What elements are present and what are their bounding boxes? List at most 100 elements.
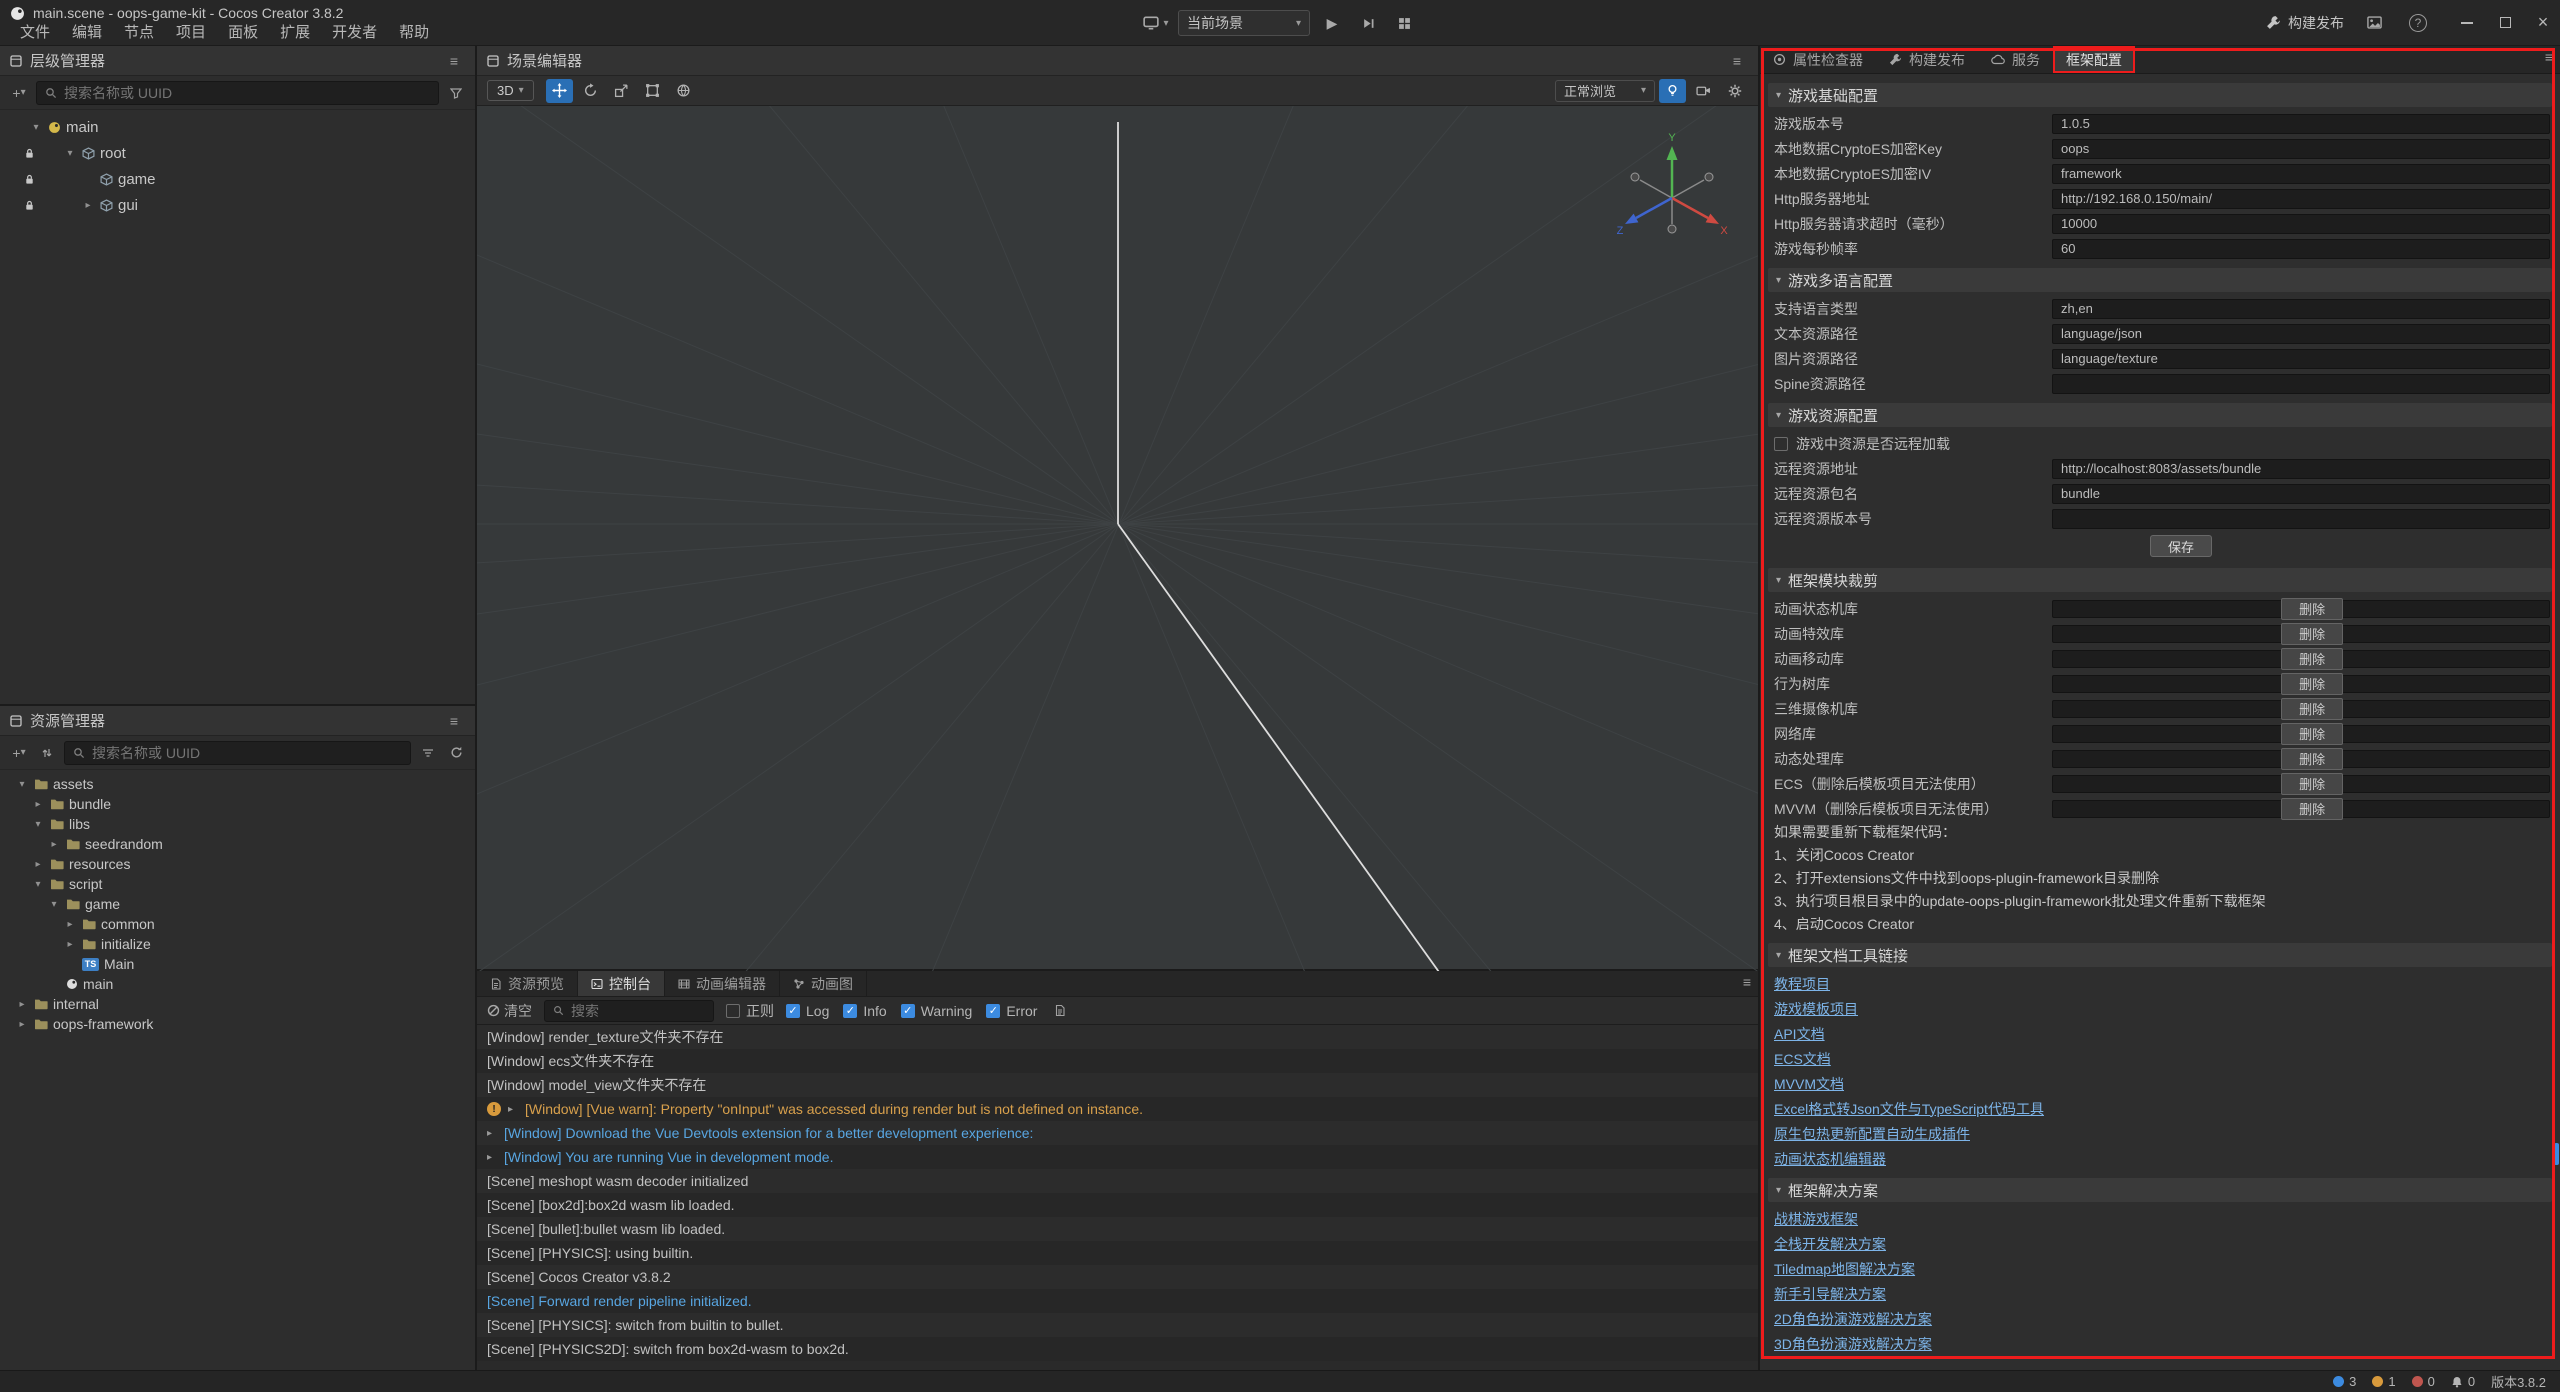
asset-node[interactable]: ▸resources — [0, 854, 475, 874]
scene-menu-button[interactable]: ≡ — [1726, 50, 1748, 72]
doc-link[interactable]: 3D角色扮演游戏解决方案 — [1774, 1334, 1932, 1354]
asset-node[interactable]: ▾libs — [0, 814, 475, 834]
expand-arrow-icon[interactable]: ▾ — [15, 779, 29, 790]
message-count[interactable]: 3 — [2333, 1374, 2356, 1389]
filter-checkbox[interactable] — [986, 1004, 1000, 1018]
delete-module-button[interactable]: 删除 — [2281, 748, 2343, 770]
axis-gizmo[interactable]: Y X Z — [1617, 132, 1729, 237]
layout-button[interactable] — [1390, 10, 1418, 36]
hierarchy-node[interactable]: ▸gui — [0, 192, 475, 218]
asset-node[interactable]: ▸bundle — [0, 794, 475, 814]
field-input[interactable] — [2052, 299, 2550, 319]
hierarchy-search[interactable] — [36, 81, 439, 105]
inspector-menu-button[interactable]: ≡ — [2538, 46, 2560, 68]
view-mode-selector[interactable]: 正常浏览 ▾ — [1555, 80, 1655, 102]
log-expand-arrow-icon[interactable]: ▸ — [508, 1104, 518, 1115]
hierarchy-search-input[interactable] — [64, 85, 430, 101]
field-input[interactable] — [2052, 114, 2550, 134]
maximize-button[interactable] — [2498, 16, 2512, 30]
console-export-button[interactable] — [1049, 1000, 1071, 1022]
log-expand-arrow-icon[interactable]: ▸ — [487, 1128, 497, 1139]
scene-settings-button[interactable] — [1721, 79, 1748, 103]
expand-arrow-icon[interactable]: ▸ — [15, 1019, 29, 1030]
remote-load-checkbox[interactable] — [1774, 437, 1788, 451]
preview-device-button[interactable]: ▾ — [1142, 10, 1170, 36]
section-header[interactable]: ▾游戏基础配置 — [1768, 83, 2552, 107]
console-log-row[interactable]: [Scene] meshopt wasm decoder initialized — [477, 1169, 1758, 1193]
doc-link[interactable]: 新手引导解决方案 — [1774, 1284, 1886, 1304]
field-input[interactable] — [2052, 509, 2550, 529]
hierarchy-node[interactable]: ▾root — [0, 140, 475, 166]
doc-link[interactable]: 教程项目 — [1774, 974, 1830, 994]
create-node-button[interactable]: +▾ — [8, 82, 30, 104]
expand-arrow-icon[interactable]: ▾ — [63, 148, 77, 159]
console-log-row[interactable]: !▸[Window] [Vue warn]: Property "onInput… — [477, 1097, 1758, 1121]
scene-viewport[interactable]: Y X Z — [477, 106, 1758, 969]
console-tab-3[interactable]: 动画图 — [780, 971, 867, 996]
rect-tool-button[interactable] — [639, 79, 666, 103]
expand-arrow-icon[interactable]: ▸ — [47, 839, 61, 850]
console-filter-log[interactable]: Log — [786, 1003, 829, 1019]
console-tab-0[interactable]: 资源预览 — [477, 971, 578, 996]
console-log-row[interactable]: ▸[Window] Download the Vue Devtools exte… — [477, 1121, 1758, 1145]
section-header[interactable]: ▾游戏资源配置 — [1768, 403, 2552, 427]
gizmo-space-button[interactable] — [670, 79, 697, 103]
field-input[interactable] — [2052, 239, 2550, 259]
doc-link[interactable]: ECS文档 — [1774, 1049, 1831, 1069]
console-log-row[interactable]: [Window] ecs文件夹不存在 — [477, 1049, 1758, 1073]
console-search-input[interactable] — [571, 1003, 705, 1019]
rotate-tool-button[interactable] — [577, 79, 604, 103]
asset-node[interactable]: TSMain — [0, 954, 475, 974]
delete-module-button[interactable]: 删除 — [2281, 673, 2343, 695]
expand-arrow-icon[interactable]: ▾ — [47, 899, 61, 910]
console-filter-warning[interactable]: Warning — [901, 1003, 973, 1019]
delete-module-button[interactable]: 删除 — [2281, 598, 2343, 620]
preview-image-button[interactable] — [2360, 10, 2388, 36]
error-count[interactable]: 0 — [2412, 1374, 2435, 1389]
assets-menu-button[interactable]: ≡ — [443, 710, 465, 732]
doc-link[interactable]: MVVM文档 — [1774, 1074, 1844, 1094]
menu-item-3[interactable]: 项目 — [166, 21, 216, 42]
hierarchy-menu-button[interactable]: ≡ — [443, 50, 465, 72]
asset-node[interactable]: ▸oops-framework — [0, 1014, 475, 1034]
assets-search[interactable] — [64, 741, 411, 765]
field-input[interactable] — [2052, 349, 2550, 369]
create-asset-button[interactable]: +▾ — [8, 742, 30, 764]
asset-node[interactable]: ▾assets — [0, 774, 475, 794]
menu-item-2[interactable]: 节点 — [114, 21, 164, 42]
delete-module-button[interactable]: 删除 — [2281, 798, 2343, 820]
expand-arrow-icon[interactable]: ▾ — [31, 819, 45, 830]
asset-node[interactable]: ▾game — [0, 894, 475, 914]
inspector-tab-0[interactable]: 属性检查器 — [1760, 46, 1876, 73]
hierarchy-node[interactable]: ▾main — [0, 114, 475, 140]
sort-assets-button[interactable] — [36, 742, 58, 764]
warning-count[interactable]: 1 — [2372, 1374, 2395, 1389]
minimize-button[interactable] — [2460, 16, 2474, 30]
regex-checkbox[interactable] — [726, 1004, 740, 1018]
expand-arrow-icon[interactable]: ▾ — [31, 879, 45, 890]
doc-link[interactable]: 战棋游戏框架 — [1774, 1209, 1858, 1229]
doc-link[interactable]: 原生包热更新配置自动生成插件 — [1774, 1124, 1970, 1144]
asset-node[interactable]: ▸common — [0, 914, 475, 934]
section-header[interactable]: ▾框架模块裁剪 — [1768, 568, 2552, 592]
menu-item-6[interactable]: 开发者 — [322, 21, 387, 42]
field-input[interactable] — [2052, 324, 2550, 344]
console-tab-2[interactable]: 动画编辑器 — [665, 971, 780, 996]
asset-node[interactable]: ▾script — [0, 874, 475, 894]
filter-checkbox[interactable] — [901, 1004, 915, 1018]
doc-link[interactable]: 游戏模板项目 — [1774, 999, 1858, 1019]
hierarchy-filter-button[interactable] — [445, 82, 467, 104]
doc-link[interactable]: 动画状态机编辑器 — [1774, 1149, 1886, 1169]
console-log-row[interactable]: [Window] model_view文件夹不存在 — [477, 1073, 1758, 1097]
delete-module-button[interactable]: 删除 — [2281, 773, 2343, 795]
inspector-tab-2[interactable]: 服务 — [1978, 46, 2053, 73]
expand-arrow-icon[interactable]: ▸ — [31, 799, 45, 810]
expand-arrow-icon[interactable]: ▸ — [15, 999, 29, 1010]
expand-arrow-icon[interactable]: ▸ — [31, 859, 45, 870]
scene-selector[interactable]: 当前场景 ▾ — [1178, 10, 1310, 36]
delete-module-button[interactable]: 删除 — [2281, 623, 2343, 645]
delete-module-button[interactable]: 删除 — [2281, 698, 2343, 720]
console-log-row[interactable]: [Scene] [PHYSICS2D]: switch from box2d-w… — [477, 1337, 1758, 1361]
console-filter-info[interactable]: Info — [843, 1003, 886, 1019]
console-log-row[interactable]: [Scene] [box2d]:box2d wasm lib loaded. — [477, 1193, 1758, 1217]
